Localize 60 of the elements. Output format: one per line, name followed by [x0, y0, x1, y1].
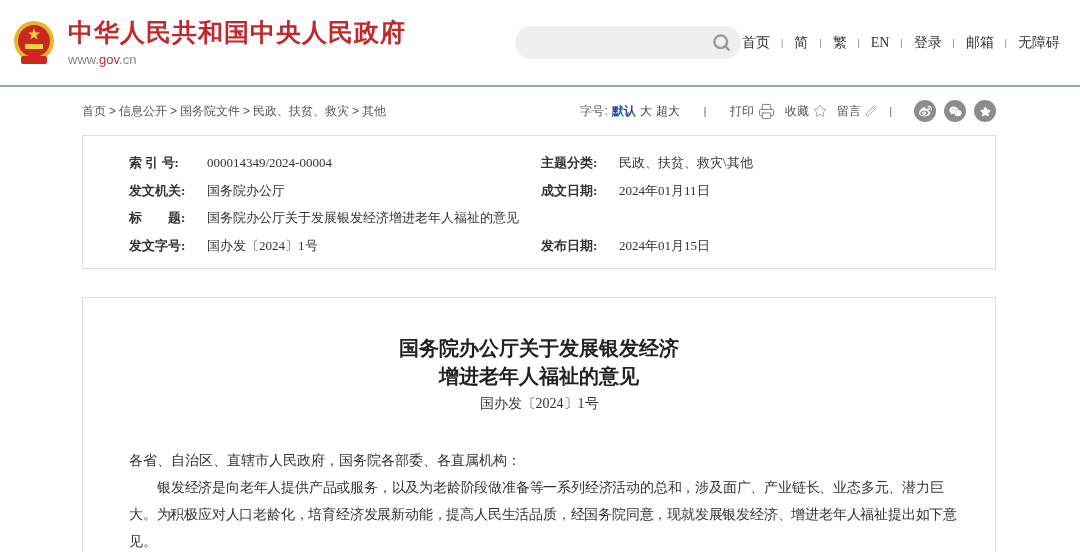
- article-title: 国务院办公厅关于发展银发经济: [399, 336, 679, 361]
- nav-separator: |: [1004, 35, 1007, 51]
- nav-link[interactable]: 繁: [832, 32, 847, 53]
- pencil-icon[interactable]: [865, 105, 878, 117]
- printer-icon[interactable]: [758, 102, 776, 120]
- field-label: 发布日期:: [541, 236, 599, 255]
- nav-link[interactable]: 首页: [742, 32, 771, 53]
- breadcrumb-link[interactable]: 国务院文件: [180, 102, 241, 120]
- breadcrumb-link[interactable]: 其他: [362, 102, 387, 120]
- font-size-option[interactable]: 大: [639, 102, 652, 120]
- field-label: 标 题:: [129, 209, 187, 227]
- breadcrumb-separator: >: [352, 103, 360, 120]
- field-value: 000014349/2024-00004: [207, 154, 333, 172]
- field-value: 2024年01月11日: [619, 181, 710, 200]
- body-paragraph: 银发经济是向老年人提供产品或服务，以及为老龄阶段做准备等一系列经济活动的总和，涉及面广、产业链长、业态多元、潜力巨大。为积极应对人口老龄化，培育经济发展新动能，提高人民生活品质，经国务院同意，现就发展银发经济、增进老年人福祉提出如下意见。: [129, 479, 958, 551]
- field-label: 发文机关:: [129, 181, 187, 200]
- field-label: 成文日期:: [541, 181, 599, 200]
- search-icon[interactable]: [712, 33, 732, 52]
- breadcrumb-separator: >: [243, 103, 251, 120]
- site-title: 中华人民共和国中央人民政府: [68, 16, 406, 48]
- search-field[interactable]: [515, 26, 742, 59]
- field-value: 国务院办公厅关于发展银发经济增进老年人福祉的意见: [207, 209, 520, 227]
- nav-separator: |: [952, 35, 955, 51]
- emblem-icon: [12, 19, 56, 66]
- breadcrumb-link[interactable]: 信息公开: [119, 102, 167, 120]
- nav-separator: |: [857, 35, 860, 51]
- site-url: www.gov.cn: [68, 50, 138, 69]
- document-number: 国办发〔2024〕1号: [479, 395, 599, 413]
- star-icon[interactable]: [813, 104, 828, 118]
- nav-link[interactable]: 邮箱: [965, 32, 994, 53]
- breadcrumb-link[interactable]: 首页: [82, 102, 106, 120]
- weibo-share-icon[interactable]: [914, 100, 936, 122]
- article-title: 增进老年人福祉的意见: [439, 364, 639, 389]
- comment-link[interactable]: 留言: [837, 102, 862, 120]
- breadcrumb-separator: >: [170, 103, 178, 120]
- field-value: 国办发〔2024〕1号: [207, 236, 319, 255]
- nav-separator: |: [819, 35, 822, 51]
- toolbar-separator: |: [703, 104, 707, 119]
- nav-link[interactable]: 简: [794, 32, 809, 53]
- field-value: 2024年01月15日: [619, 236, 710, 255]
- nav-separator: |: [900, 35, 903, 51]
- font-size-option[interactable]: 超大: [655, 102, 680, 120]
- field-value: 民政、扶贫、救灾\其他: [619, 154, 753, 172]
- favorite-link[interactable]: 收藏: [785, 102, 810, 120]
- field-value: 国务院办公厅: [207, 181, 286, 200]
- font-size-label: 字号:: [580, 103, 608, 120]
- breadcrumb-link[interactable]: 民政、扶贫、救灾: [253, 102, 350, 120]
- nav-link[interactable]: EN: [870, 32, 890, 53]
- wechat-share-icon[interactable]: [944, 100, 966, 122]
- salutation: 各省、自治区、直辖市人民政府，国务院各部委、各直属机构：: [129, 452, 522, 470]
- print-link[interactable]: 打印: [730, 102, 755, 120]
- nav-link[interactable]: 登录: [913, 32, 942, 53]
- nav-link[interactable]: 无障碍: [1018, 32, 1060, 53]
- field-label: 主题分类:: [541, 154, 599, 172]
- nav-separator: |: [781, 35, 784, 51]
- toolbar-separator: |: [889, 104, 892, 119]
- font-size-option[interactable]: 默认: [611, 102, 636, 120]
- field-label: 发文字号:: [129, 236, 187, 255]
- field-label: 索 引 号:: [129, 154, 180, 172]
- breadcrumb-separator: >: [109, 103, 116, 120]
